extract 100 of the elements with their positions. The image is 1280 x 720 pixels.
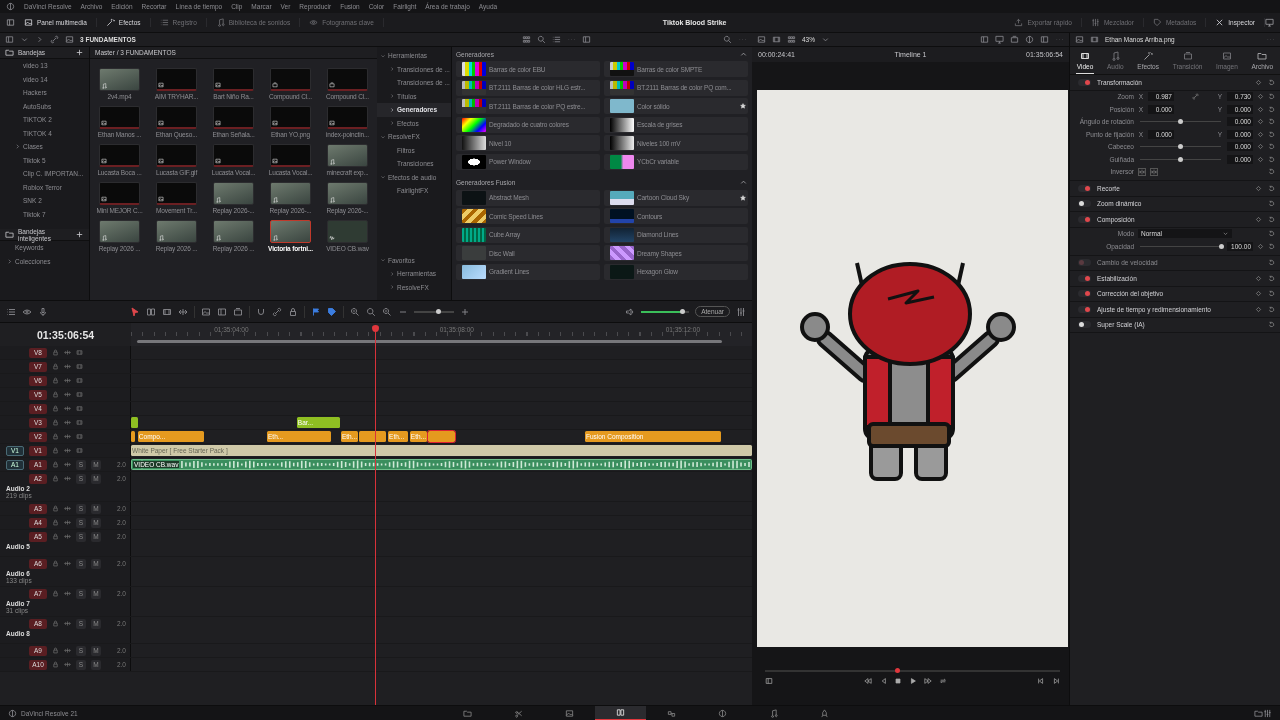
slider-thumb[interactable] [1178,119,1183,125]
view-icon[interactable] [787,35,796,44]
zoom-icon[interactable] [382,306,392,317]
reset-icon[interactable] [1268,78,1275,86]
reset-icon[interactable] [1268,290,1275,298]
image-icon[interactable] [1075,35,1084,44]
layout-icon[interactable] [6,306,16,317]
lock-icon[interactable] [52,590,59,597]
star-icon[interactable] [740,194,746,201]
volume-icon[interactable] [625,306,636,317]
zoom-slider[interactable] [414,310,454,313]
first-frame-icon[interactable] [863,677,872,685]
slider-thumb[interactable] [1178,156,1183,162]
lock-icon[interactable] [52,349,59,356]
film-icon[interactable] [76,447,83,454]
view-options-icon[interactable] [765,677,773,685]
settings-icon[interactable] [1263,708,1272,718]
lock-icon[interactable] [52,533,59,540]
lock-icon[interactable] [52,377,59,384]
star-icon[interactable] [740,103,746,109]
lock-icon[interactable] [52,461,59,468]
reset-icon[interactable] [1268,130,1275,138]
lock-icon[interactable] [52,447,59,454]
reset-icon[interactable] [1268,230,1275,238]
keyframe-icon[interactable] [1255,215,1262,223]
zoom-icon[interactable] [350,306,360,317]
add-icon[interactable] [75,48,84,57]
playhead[interactable] [371,323,380,705]
lock-icon[interactable] [52,519,59,526]
keyframe-icon[interactable] [1257,242,1264,250]
page-tab[interactable] [594,706,646,720]
flag-icon[interactable] [311,306,321,317]
lock-icon[interactable] [52,419,59,426]
lock-icon[interactable] [52,475,59,482]
volume-slider[interactable] [641,310,690,313]
lock-icon[interactable] [52,560,59,567]
play-icon[interactable] [908,677,917,685]
timeline-clip[interactable] [131,431,135,442]
film-icon[interactable] [76,349,83,356]
timeline-clip[interactable] [427,431,455,442]
chevron-down-icon[interactable] [821,35,830,44]
section-toggle[interactable] [1078,274,1091,282]
section-toggle[interactable] [1078,215,1091,223]
section-toggle[interactable] [1078,78,1091,86]
reset-icon[interactable] [1268,118,1275,126]
film-icon[interactable] [76,419,83,426]
color-icon[interactable] [1025,35,1034,44]
section-toggle[interactable] [1078,321,1091,329]
reset-icon[interactable] [1268,305,1275,313]
keyframe-icon[interactable] [1255,184,1262,192]
app-logo-icon[interactable] [6,2,15,11]
lock-icon[interactable] [52,363,59,370]
section-toggle[interactable] [1078,200,1091,208]
search-icon[interactable] [723,35,732,44]
cursor-icon[interactable] [130,306,140,317]
lock-icon[interactable] [52,620,59,627]
trim-icon[interactable] [146,306,156,317]
add-icon[interactable] [75,230,84,239]
next-icon[interactable] [1052,677,1060,685]
zoom-icon[interactable] [366,306,376,317]
reset-icon[interactable] [1268,168,1275,176]
previous-icon[interactable] [1037,677,1045,685]
grid-view-icon[interactable] [522,35,531,44]
search-icon[interactable] [537,35,546,44]
stop-icon[interactable] [893,677,902,685]
slider-thumb[interactable] [435,308,441,314]
mic-icon[interactable] [38,306,48,317]
eye-icon[interactable] [22,306,32,317]
lock-icon[interactable] [52,405,59,412]
lock-icon[interactable] [52,647,59,654]
timeline-clip[interactable] [358,431,386,442]
split-icon[interactable] [1040,35,1049,44]
lock-icon[interactable] [52,661,59,668]
arrows-icon[interactable] [178,306,188,317]
lock-icon[interactable] [288,306,298,317]
reset-icon[interactable] [1268,105,1275,113]
flip-vertical-button[interactable] [1150,167,1158,176]
monitor-icon[interactable] [1265,18,1274,27]
film-icon[interactable] [76,405,83,412]
lock-icon[interactable] [52,433,59,440]
last-frame-icon[interactable] [923,677,932,685]
slider-thumb[interactable] [1178,144,1183,150]
film-icon[interactable] [76,433,83,440]
view-icon[interactable] [757,35,766,44]
chevron-down-icon[interactable] [20,35,29,44]
loop-icon[interactable] [938,677,947,685]
lock-icon[interactable] [52,391,59,398]
collapse-icon[interactable] [739,178,748,187]
image-icon[interactable] [65,35,74,44]
reset-icon[interactable] [1268,93,1275,101]
scroll-bar[interactable] [137,340,722,343]
film-icon[interactable] [162,306,172,317]
reset-icon[interactable] [1268,321,1275,329]
section-toggle[interactable] [1078,290,1091,298]
section-toggle[interactable] [1078,305,1091,313]
film-icon[interactable] [76,377,83,384]
section-toggle[interactable] [1078,184,1091,192]
monitor-icon[interactable] [995,35,1004,44]
lock-icon[interactable] [52,505,59,512]
magnet-icon[interactable] [256,306,266,317]
